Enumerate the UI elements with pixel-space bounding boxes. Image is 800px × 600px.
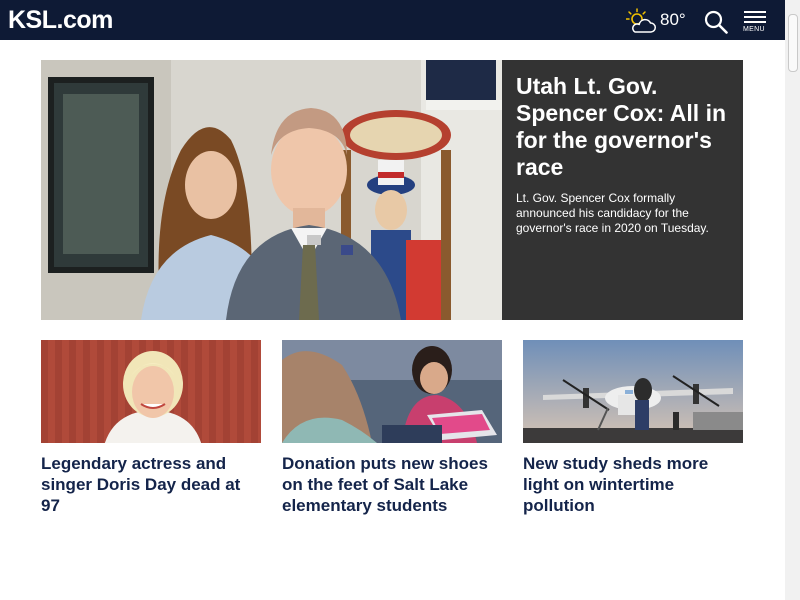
hero-text-panel: Utah Lt. Gov. Spencer Cox: All in for th… — [502, 60, 743, 320]
story-photo — [523, 340, 743, 443]
story-photo — [41, 340, 261, 443]
ksl-logo[interactable]: KSL.com — [8, 6, 113, 34]
story-title[interactable]: Donation puts new shoes on the feet of S… — [282, 453, 502, 516]
hamburger-icon — [744, 11, 766, 13]
story-title[interactable]: New study sheds more light on wintertime… — [523, 453, 743, 516]
vertical-scrollbar[interactable] — [785, 0, 800, 600]
story-title[interactable]: Legendary actress and singer Doris Day d… — [41, 453, 261, 516]
search-button[interactable] — [704, 10, 728, 34]
temperature-reading: 80° — [660, 10, 686, 29]
search-icon — [704, 10, 728, 34]
menu-button[interactable]: MENU — [742, 11, 770, 35]
site-header: KSL.com 80° MENU — [0, 0, 785, 40]
scrollbar-thumb[interactable] — [788, 14, 798, 72]
story-photo — [282, 340, 502, 443]
hero-photo — [41, 60, 502, 320]
menu-label: MENU — [743, 26, 765, 33]
hero-headline[interactable]: Utah Lt. Gov. Spencer Cox: All in for th… — [516, 73, 731, 181]
partly-cloudy-icon — [626, 8, 656, 33]
hero-story[interactable]: Utah Lt. Gov. Spencer Cox: All in for th… — [41, 60, 743, 320]
hero-summary: Lt. Gov. Spencer Cox formally announced … — [516, 191, 709, 235]
weather-widget[interactable]: 80° — [626, 8, 686, 34]
